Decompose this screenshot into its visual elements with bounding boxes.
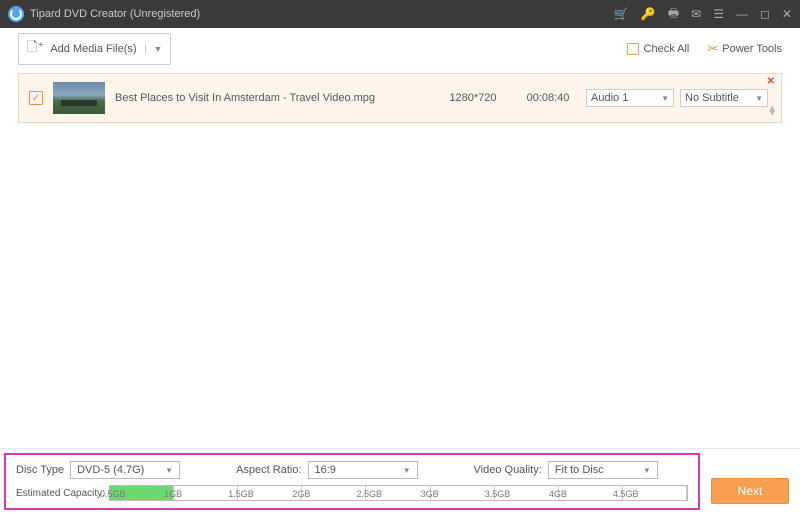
remove-file-icon[interactable]: ✕ [767, 76, 775, 87]
check-all-toggle[interactable]: Check All [627, 43, 690, 55]
check-all-label: Check All [644, 43, 690, 55]
capacity-bar: 0.5GB1GB1.5GB2GB2.5GB3GB3.5GB4GB4.5GB [109, 485, 688, 501]
file-row[interactable]: ✓ Best Places to Visit In Amsterdam - Tr… [18, 73, 782, 123]
capacity-tick: 4.5GB [623, 486, 687, 500]
chevron-down-icon: ▼ [165, 466, 173, 475]
next-button[interactable]: Next [711, 478, 790, 504]
file-name: Best Places to Visit In Amsterdam - Trav… [115, 92, 433, 104]
video-quality-label: Video Quality: [474, 464, 542, 476]
aspect-ratio-value: 16:9 [315, 464, 336, 476]
mail-icon[interactable]: ✉ [691, 7, 701, 21]
close-icon[interactable]: ✕ [782, 7, 792, 21]
power-tools-button[interactable]: ✂ Power Tools [707, 41, 782, 57]
file-checkbox[interactable]: ✓ [29, 91, 43, 105]
aspect-ratio-label: Aspect Ratio: [236, 464, 301, 476]
audio-value: Audio 1 [591, 92, 628, 104]
aspect-ratio-select[interactable]: 16:9 ▼ [308, 461, 418, 479]
window-title: Tipard DVD Creator (Unregistered) [30, 8, 614, 20]
chevron-down-icon: ▼ [403, 466, 411, 475]
video-quality-value: Fit to Disc [555, 464, 604, 476]
add-media-button[interactable]: 🗋⁺ Add Media File(s) ▼ [18, 33, 171, 65]
chevron-down-icon: ▼ [755, 94, 763, 103]
disc-settings-panel: Disc Type DVD-5 (4.7G) ▼ Aspect Ratio: 1… [4, 453, 700, 510]
menu-icon[interactable]: ☰ [713, 7, 724, 21]
checkbox-icon [627, 43, 639, 55]
video-quality-select[interactable]: Fit to Disc ▼ [548, 461, 658, 479]
subtitle-value: No Subtitle [685, 92, 739, 104]
key-icon[interactable]: 🔑 [641, 7, 656, 21]
disc-type-select[interactable]: DVD-5 (4.7G) ▼ [70, 461, 180, 479]
add-file-icon: 🗋⁺ [27, 38, 44, 60]
maximize-icon[interactable]: ◻ [760, 7, 770, 21]
file-duration: 00:08:40 [513, 92, 583, 104]
tools-icon: ✂ [707, 41, 718, 57]
audio-select[interactable]: Audio 1 ▼ [586, 89, 674, 107]
reorder-handle-icon[interactable]: ▴▾ [769, 106, 775, 116]
chevron-down-icon: ▼ [643, 466, 651, 475]
app-logo-icon [8, 6, 24, 22]
power-tools-label: Power Tools [722, 43, 782, 55]
add-media-label: Add Media File(s) [50, 43, 136, 55]
chevron-down-icon: ▼ [145, 44, 163, 54]
disc-type-value: DVD-5 (4.7G) [77, 464, 144, 476]
minimize-icon[interactable]: — [736, 7, 748, 21]
cart-icon[interactable]: 🛒 [614, 7, 629, 21]
capacity-label: Estimated Capacity: [16, 488, 105, 499]
print-icon[interactable]: 🖶 [668, 4, 679, 25]
chevron-down-icon: ▼ [661, 94, 669, 103]
subtitle-select[interactable]: No Subtitle ▼ [680, 89, 768, 107]
disc-type-label: Disc Type [16, 464, 64, 476]
file-resolution: 1280*720 [433, 92, 513, 104]
video-thumbnail [53, 82, 105, 114]
